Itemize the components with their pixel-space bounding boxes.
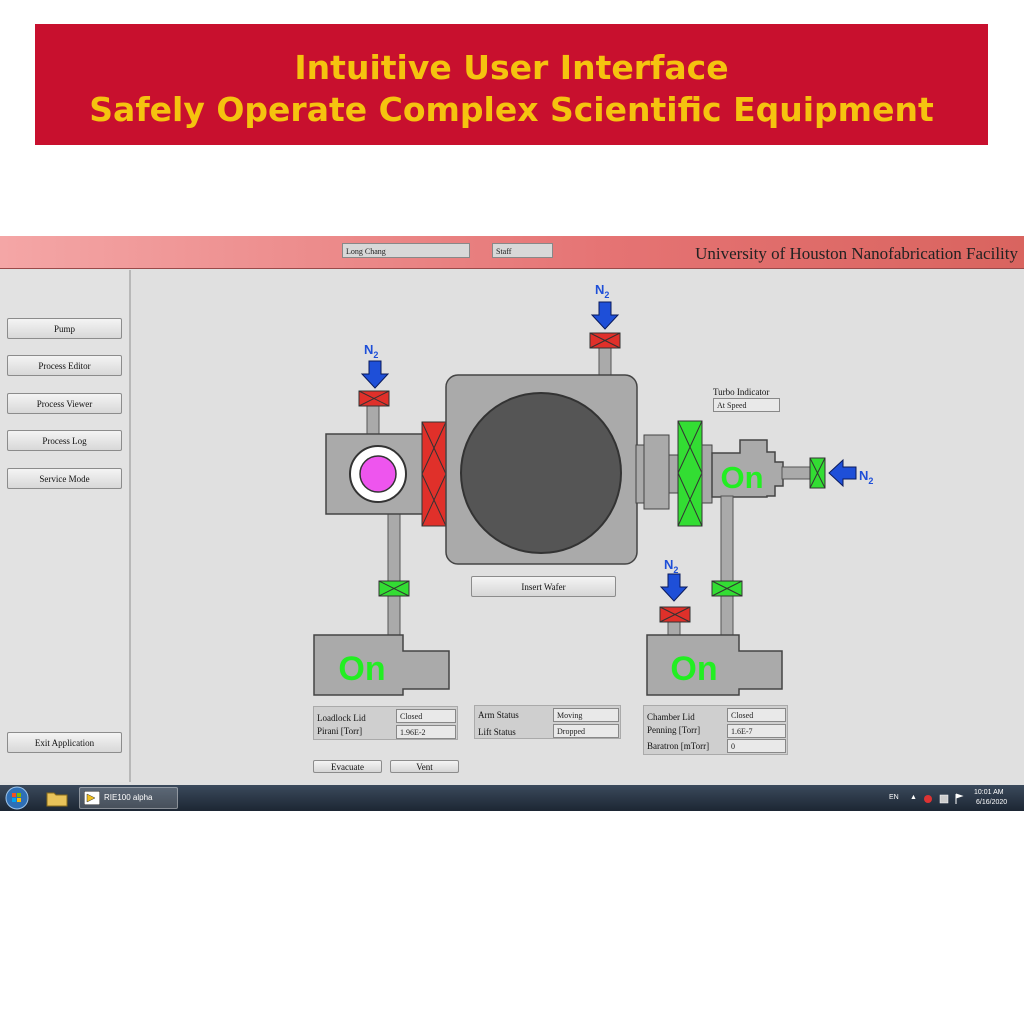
chamber-vent-valve[interactable] [589,332,621,349]
arm-status-panel: Arm Status Moving Lift Status Dropped [474,705,621,739]
os-taskbar: RIE100 alpha EN ▲ 10:01 AM 6/16/2020 [0,785,1024,811]
wafer-icon [359,455,397,493]
service-mode-button[interactable]: Service Mode [7,468,122,489]
folder-icon[interactable] [45,788,69,808]
loadlock-roughing-pump[interactable]: On [313,634,450,696]
n2-arrow-icon: N2 [590,282,620,330]
clock-time[interactable]: 10:01 AM [974,789,1004,796]
baratron-value: 0 [727,739,786,753]
foreline-vent-valve[interactable] [659,606,691,623]
chamber-pump-pipe [720,495,734,637]
chamber-roughing-pump[interactable]: On [646,634,783,696]
turbo-on-text: On [720,460,763,495]
svg-text:N2: N2 [364,342,378,360]
user-role-field: Staff [492,243,553,258]
chamber-status-panel: Chamber Lid Closed Penning [Torr] 1.6E-7… [643,705,788,755]
insert-wafer-button[interactable]: Insert Wafer [471,576,616,597]
baratron-label: Baratron [mTorr] [647,741,710,751]
show-hidden-icons[interactable]: ▲ [910,794,917,801]
chamber-lid-label: Chamber Lid [647,712,695,722]
svg-text:N2: N2 [859,468,873,486]
penning-value: 1.6E-7 [727,724,786,738]
taskbar-app-label: RIE100 alpha [104,793,153,802]
n2-arrow-icon: N2 [659,557,689,602]
process-log-button[interactable]: Process Log [7,430,122,451]
n2-arrow-icon: N2 [360,342,390,389]
sidebar: Pump Process Editor Process Viewer Proce… [0,270,131,782]
user-name-field: Long Chang [342,243,470,258]
promo-banner: Intuitive User Interface Safely Operate … [35,24,988,145]
start-button-icon[interactable] [4,786,30,810]
evacuate-button[interactable]: Evacuate [313,760,382,773]
pirani-value: 1.96E-2 [396,725,456,739]
penning-label: Penning [Torr] [647,725,701,735]
clock-date[interactable]: 6/16/2020 [976,799,1007,806]
turbo-indicator-value: At Speed [713,398,780,412]
loadlock-pump-pipe [387,511,401,636]
turbo-purge-valve[interactable] [809,457,826,489]
turbo-indicator-label: Turbo Indicator [713,387,770,397]
exit-application-button[interactable]: Exit Application [7,732,122,753]
gate-valve-loadlock[interactable] [421,421,447,527]
app-window: Long Chang Staff University of Houston N… [0,236,1024,811]
system-tray-icons[interactable] [922,793,966,805]
svg-text:N2: N2 [664,557,678,575]
process-editor-button[interactable]: Process Editor [7,355,122,376]
gate-valve-turbo[interactable] [677,420,703,527]
language-indicator[interactable]: EN [889,794,899,801]
arm-status-value: Moving [553,708,619,722]
loadlock-roughing-valve[interactable] [378,580,410,597]
process-viewer-button[interactable]: Process Viewer [7,393,122,414]
lift-status-value: Dropped [553,724,619,738]
banner-title: Intuitive User Interface [294,48,729,87]
chamber-window [460,392,622,554]
taskbar-app-button[interactable]: RIE100 alpha [79,787,178,809]
chamber-port [643,434,670,510]
svg-text:N2: N2 [595,282,609,300]
turbo-backing-valve[interactable] [711,580,743,597]
loadlock-vent-valve[interactable] [358,390,390,407]
pirani-label: Pirani [Torr] [317,726,363,736]
labview-app-icon [84,791,100,805]
loadlock-lid-label: Loadlock Lid [317,713,366,723]
loadlock-pump-on-text: On [338,650,385,688]
loadlock-lid-value: Closed [396,709,456,723]
loadlock-status-panel: Loadlock Lid Closed Pirani [Torr] 1.96E-… [313,706,458,740]
chamber-lid-value: Closed [727,708,786,722]
facility-title: University of Houston Nanofabrication Fa… [695,244,1018,263]
chamber-n2-pipe [598,343,612,377]
pump-button[interactable]: Pump [7,318,122,339]
app-header: Long Chang Staff University of Houston N… [0,236,1024,269]
arm-status-label: Arm Status [478,710,519,720]
chamber-flange [635,444,645,504]
vent-button[interactable]: Vent [390,760,459,773]
lift-status-label: Lift Status [478,727,516,737]
chamber-pump-on-text: On [670,650,717,688]
n2-arrow-icon: N2 [828,458,873,488]
process-diagram-area: On N2 N2 N2 N2 On On Insert Wafer Turbo … [131,270,1024,782]
loadlock-n2-pipe [366,404,380,436]
banner-subtitle: Safely Operate Complex Scientific Equipm… [89,90,934,129]
